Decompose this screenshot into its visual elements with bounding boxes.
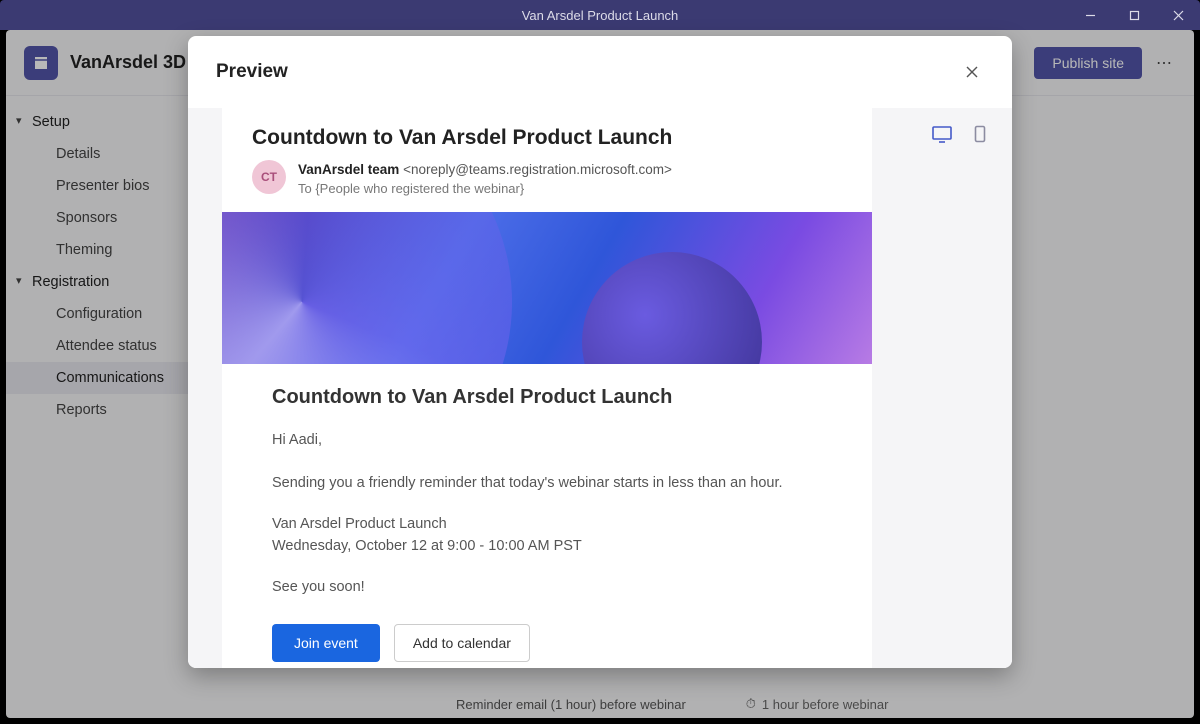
window-maximize-button[interactable] bbox=[1112, 0, 1156, 30]
sender-email: <noreply@teams.registration.microsoft.co… bbox=[403, 162, 672, 177]
email-body: Countdown to Van Arsdel Product Launch H… bbox=[222, 364, 872, 668]
modal-header: Preview bbox=[188, 36, 1012, 108]
window-titlebar: Van Arsdel Product Launch bbox=[0, 0, 1200, 30]
modal-body: Countdown to Van Arsdel Product Launch C… bbox=[188, 108, 1012, 668]
sender-name: VanArsdel team bbox=[298, 162, 399, 177]
email-event-name: Van Arsdel Product Launch bbox=[272, 514, 822, 536]
email-event-time: Wednesday, October 12 at 9:00 - 10:00 AM… bbox=[272, 536, 822, 558]
preview-modal: Preview Countdown to Van Arsdel Product … bbox=[188, 36, 1012, 668]
modal-overlay[interactable]: Preview Countdown to Van Arsdel Product … bbox=[6, 30, 1194, 718]
sender-avatar: CT bbox=[252, 160, 286, 194]
modal-close-button[interactable] bbox=[960, 60, 984, 84]
email-closing: See you soon! bbox=[272, 576, 822, 598]
email-hero-image bbox=[222, 212, 872, 364]
desktop-view-button[interactable] bbox=[930, 124, 954, 144]
email-body-title: Countdown to Van Arsdel Product Launch bbox=[272, 386, 822, 409]
email-header: Countdown to Van Arsdel Product Launch C… bbox=[222, 108, 872, 212]
window-close-button[interactable] bbox=[1156, 0, 1200, 30]
email-event-block: Van Arsdel Product Launch Wednesday, Oct… bbox=[272, 514, 822, 558]
join-event-button[interactable]: Join event bbox=[272, 624, 380, 662]
modal-title: Preview bbox=[216, 61, 288, 83]
window-title: Van Arsdel Product Launch bbox=[522, 8, 679, 23]
add-to-calendar-button[interactable]: Add to calendar bbox=[394, 624, 530, 662]
window-minimize-button[interactable] bbox=[1068, 0, 1112, 30]
email-subject: Countdown to Van Arsdel Product Launch bbox=[252, 126, 842, 150]
device-toggle bbox=[930, 124, 992, 144]
email-preview-card: Countdown to Van Arsdel Product Launch C… bbox=[222, 108, 872, 668]
window-controls bbox=[1068, 0, 1200, 30]
recipient-line: To {People who registered the webinar} bbox=[298, 180, 672, 199]
mobile-view-button[interactable] bbox=[968, 124, 992, 144]
email-reminder-text: Sending you a friendly reminder that tod… bbox=[272, 472, 822, 494]
email-greeting: Hi Aadi, bbox=[272, 429, 822, 451]
